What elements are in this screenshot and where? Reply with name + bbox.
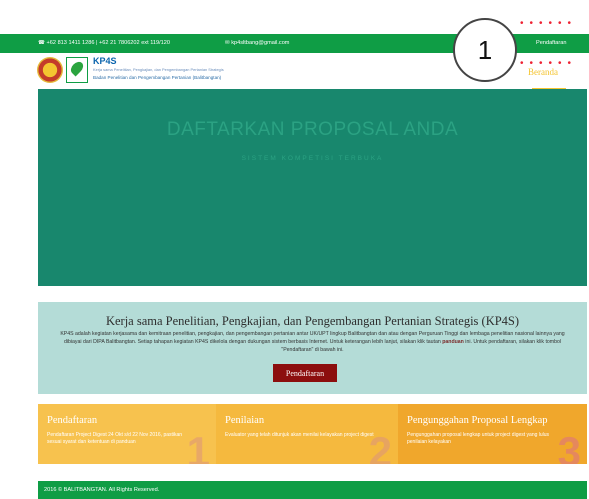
hero-title: DAFTARKAN PROPOSAL ANDA xyxy=(166,119,459,140)
kp4s-leaf-logo xyxy=(66,57,88,83)
brand-subtitle: Kerja sama Penelitian, Pengkajian, dan P… xyxy=(93,67,224,72)
step-title: Penilaian xyxy=(225,415,265,426)
balitbangtan-logo xyxy=(37,57,63,83)
step-card-upload: Pengunggahan Proposal Lengkap Pengunggah… xyxy=(398,404,587,464)
hero-banner: DAFTARKAN PROPOSAL ANDA SISTEM KOMPETISI… xyxy=(38,89,587,286)
step-card-evaluation: Penilaian Evaluator yang telah ditunjuk … xyxy=(216,404,398,464)
step-text: Evaluator yang telah ditunjuk akan menil… xyxy=(225,432,374,438)
brand-agency: Badan Penelitian dan Pengembangan Pertan… xyxy=(93,75,222,80)
step-number: 2 xyxy=(368,428,392,464)
site-footer: 2016 © BALITBANGTAN. All Rights Reserved… xyxy=(38,481,587,499)
info-title: Kerja sama Penelitian, Pengkajian, dan P… xyxy=(105,314,520,328)
step-title: Pendaftaran xyxy=(47,415,98,426)
brand-title[interactable]: KP4S xyxy=(93,56,117,66)
contact-info: ☎ +62 813 1411 1286 | +62 21 7806202 ext… xyxy=(38,40,171,46)
annotation-dots-top: •••••• xyxy=(520,18,578,29)
guide-link[interactable]: panduan xyxy=(442,339,464,345)
annotation-dots-bottom: •••••• xyxy=(520,58,578,69)
steps-section: Pendaftaran Pendaftaran Project Digest 2… xyxy=(38,404,587,464)
copyright-text: 2016 © BALITBANGTAN. All Rights Reserved… xyxy=(44,487,160,493)
step-number: 1 xyxy=(186,428,210,464)
info-description: KP4S adalah kegiatan kerjasama dan kemit… xyxy=(52,330,573,354)
step-card-registration: Pendaftaran Pendaftaran Project Digest 2… xyxy=(38,404,216,464)
email-link[interactable]: ✉ kp4sltbang@gmail.com xyxy=(225,40,289,46)
step-number: 3 xyxy=(557,428,581,464)
step-text: Pendaftaran Project Digest 24 Okt s/d 22… xyxy=(47,432,183,445)
step-text: Pengunggahan proposal lengkap untuk proj… xyxy=(407,432,550,445)
step-title: Pengunggahan Proposal Lengkap xyxy=(407,415,548,426)
register-button[interactable]: Pendaftaran xyxy=(273,364,337,382)
hero-subtitle: SISTEM KOMPETISI TERBUKA xyxy=(241,155,384,162)
callout-number-circle: 1 xyxy=(453,18,517,82)
